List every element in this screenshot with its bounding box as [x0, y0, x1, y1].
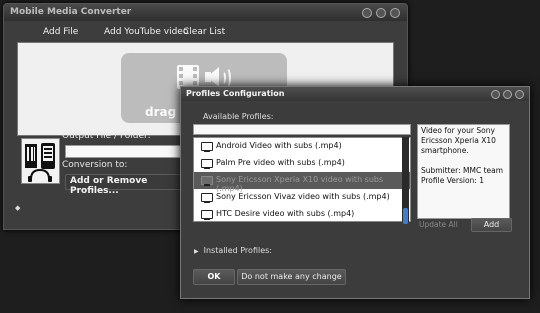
add-remove-profiles-button[interactable]: Add or Remove Profiles...: [65, 174, 191, 196]
main-window-title: Mobile Media Converter: [10, 7, 132, 17]
dialog-title: Profiles Configuration: [186, 89, 285, 98]
expander-arrow-icon[interactable]: ◆: [15, 204, 20, 212]
list-scrollbar[interactable]: [402, 137, 409, 224]
output-path-input[interactable]: [65, 145, 192, 158]
add-file-button[interactable]: Add File: [39, 26, 82, 38]
list-item[interactable]: Palm Pre video with subs (.mp4): [194, 155, 410, 172]
scrollbar-thumb[interactable]: [403, 208, 408, 224]
profile-search-input[interactable]: [193, 124, 411, 135]
dialog-minimize-icon[interactable]: [491, 90, 500, 99]
device-icon: [21, 138, 60, 184]
dialog-close-icon[interactable]: [515, 90, 524, 99]
installed-profiles-expander[interactable]: ▶ Installed Profiles:: [194, 246, 272, 255]
output-label: Output File / Folder:: [62, 131, 151, 141]
dialog-maximize-icon[interactable]: [503, 90, 512, 99]
main-toolbar: Add File Add YouTube video Clear List: [4, 21, 407, 43]
list-item[interactable]: Android Video with subs (.mp4): [194, 138, 410, 155]
profiles-dialog: Profiles Configuration Available Profile…: [180, 86, 530, 299]
available-profiles-label: Available Profiles:: [203, 112, 274, 121]
no-change-button[interactable]: Do not make any change: [237, 269, 346, 285]
add-profile-button[interactable]: Add: [471, 218, 512, 232]
ok-button[interactable]: OK: [193, 269, 235, 285]
tv-icon: [201, 142, 213, 152]
available-profiles-list[interactable]: Android Video with subs (.mp4) Palm Pre …: [193, 137, 411, 222]
update-all-button[interactable]: Update All: [419, 220, 458, 229]
tv-icon: [201, 210, 213, 220]
close-icon[interactable]: [390, 8, 400, 18]
clear-list-button[interactable]: Clear List: [179, 26, 229, 38]
list-item[interactable]: HTC Desire video with subs (.mp4): [194, 206, 410, 221]
maximize-icon[interactable]: [376, 8, 386, 18]
tv-icon: [201, 159, 213, 169]
list-item-selected[interactable]: Sony Ericsson Xperia X10 video with subs…: [194, 172, 410, 193]
conversion-label: Conversion to:: [62, 160, 128, 170]
dialog-titlebar: Profiles Configuration: [181, 87, 529, 101]
profile-description: Video for your Sony Ericsson Xperia X10 …: [417, 124, 510, 219]
minimize-icon[interactable]: [362, 8, 372, 18]
list-item[interactable]: Sony Ericsson Vivaz video with subs (.mp…: [194, 189, 410, 206]
tv-icon: [201, 193, 213, 203]
main-titlebar: Mobile Media Converter: [4, 4, 407, 21]
tv-icon: [201, 176, 213, 186]
expander-arrow-icon: ▶: [194, 248, 199, 255]
